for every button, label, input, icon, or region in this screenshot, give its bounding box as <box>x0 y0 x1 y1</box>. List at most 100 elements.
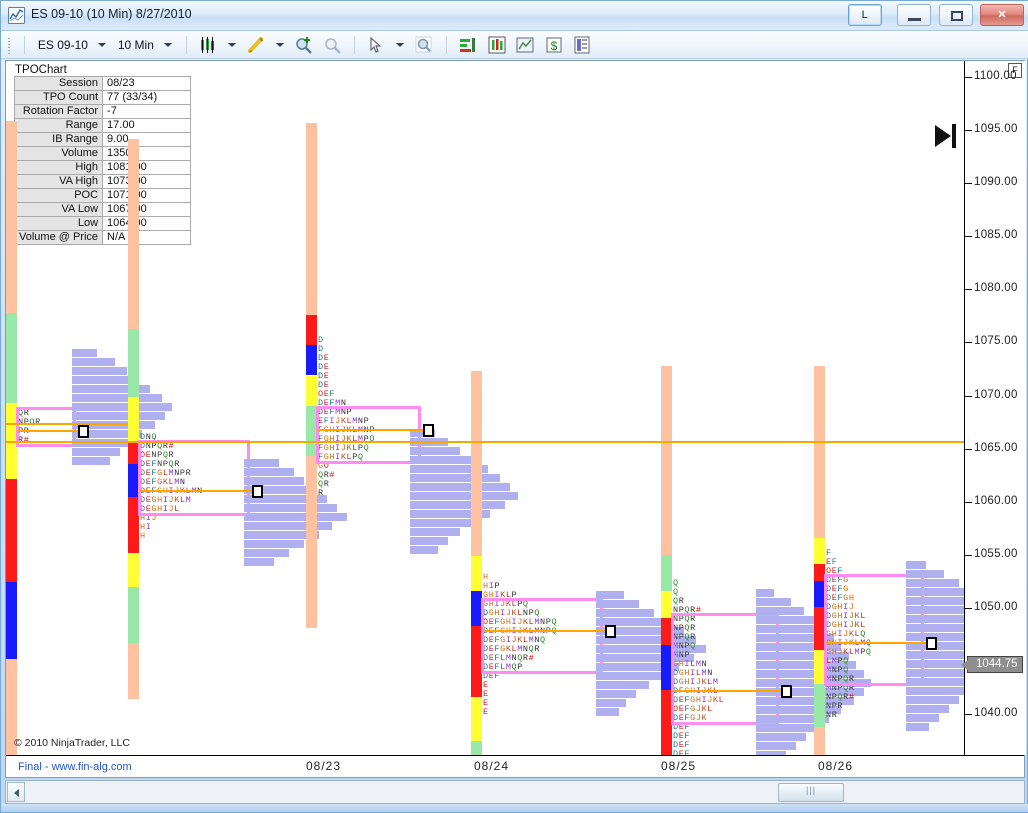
chart-trader-icon[interactable] <box>515 35 535 55</box>
chevron-down-icon[interactable] <box>228 43 236 47</box>
zoom-in-icon[interactable] <box>294 35 314 55</box>
info-value: 1350k <box>103 147 191 161</box>
axis-label: 1060.00 <box>974 495 1018 507</box>
title-bar: ES 09-10 (10 Min) 8/27/2010 L ✕ <box>1 1 1028 31</box>
link-button[interactable]: L <box>848 4 882 26</box>
volume-profile-bar <box>244 540 304 548</box>
chevron-down-icon[interactable] <box>98 43 106 47</box>
info-value: N/A <box>103 231 191 245</box>
dollar-icon[interactable]: $ <box>544 35 564 55</box>
axis-tick <box>965 396 972 397</box>
volume-profile-bar <box>756 733 806 741</box>
session-range-bar <box>128 139 139 699</box>
axis-tick <box>965 714 972 715</box>
svg-text:$: $ <box>550 39 557 53</box>
value-area-box <box>316 406 421 464</box>
session-bar-segment <box>306 315 317 345</box>
info-value: 1064.00 <box>103 217 191 231</box>
toolbar-grip[interactable] <box>5 36 13 54</box>
scrollbar-thumb[interactable] <box>778 783 844 802</box>
maximize-button[interactable] <box>939 4 973 26</box>
data-series-icon[interactable] <box>458 35 478 55</box>
chevron-down-icon[interactable] <box>164 43 172 47</box>
axis-label: 1075.00 <box>974 335 1018 347</box>
info-value: 9.00 <box>103 133 191 147</box>
info-row: Volume1350k <box>15 147 191 161</box>
scroll-left-arrow-icon[interactable] <box>7 782 25 802</box>
axis-tick <box>965 608 972 609</box>
volume-profile-bar <box>410 528 460 536</box>
cursor-icon[interactable] <box>366 35 386 55</box>
session-bar-segment <box>306 376 317 406</box>
poc-line <box>318 429 431 431</box>
date-axis-label: 08/24 <box>474 759 509 773</box>
info-value: 08/23 <box>103 77 191 91</box>
axis-label: 1055.00 <box>974 548 1018 560</box>
session-bar-segment <box>128 329 139 396</box>
tpo-letter-row: NR <box>826 711 837 720</box>
volume-profile-bar <box>244 459 279 467</box>
info-key: IB Range <box>15 133 103 147</box>
current-price-marker: 1044.75 <box>967 656 1023 673</box>
close-button[interactable]: ✕ <box>980 4 1024 26</box>
price-axis[interactable]: F 1100.001095.001090.001085.001080.00107… <box>965 61 1026 755</box>
session-bar-segment <box>306 345 317 375</box>
volume-profile-bar <box>244 468 294 476</box>
volume-profile-bar <box>72 349 97 357</box>
volume-profile-bar <box>906 660 964 668</box>
info-row: POC1071.00 <box>15 189 191 203</box>
poc-line <box>483 630 613 632</box>
session-bar-segment <box>128 587 139 643</box>
magnifier-icon[interactable] <box>414 35 434 55</box>
chevron-down-icon[interactable] <box>396 43 404 47</box>
volume-profile-bar <box>756 616 816 624</box>
volume-profile-bar <box>244 513 347 521</box>
volume-profile-bar <box>906 570 944 578</box>
info-value: 1081.00 <box>103 161 191 175</box>
session-range-bar <box>306 123 317 628</box>
volume-profile-bar <box>906 588 964 596</box>
indicators-icon[interactable] <box>487 35 507 55</box>
horizontal-reference-line <box>6 441 964 443</box>
volume-profile-bar <box>72 448 120 456</box>
info-value: 1071.00 <box>103 189 191 203</box>
chart-panel[interactable]: TPOChart Session08/23TPO Count77 (33/34)… <box>5 60 1025 778</box>
date-axis-label: 08/23 <box>306 759 341 773</box>
volume-profile-bar <box>410 483 510 491</box>
session-bar-segment <box>306 123 317 315</box>
session-bar-segment <box>6 313 17 403</box>
minimize-button[interactable] <box>897 4 931 26</box>
poc-marker <box>252 485 263 498</box>
chevron-down-icon[interactable] <box>276 43 284 47</box>
info-row: TPO Count77 (33/34) <box>15 91 191 105</box>
session-bar-segment <box>128 397 139 442</box>
info-row: Rotation Factor-7 <box>15 105 191 119</box>
volume-profile-bar <box>756 724 816 732</box>
ninjatrader-chart-window: ES 09-10 (10 Min) 8/27/2010 L ✕ ES 09-10… <box>0 0 1028 813</box>
info-key: Volume @ Price <box>15 231 103 245</box>
zoom-out-icon[interactable] <box>323 35 343 55</box>
chart-style-icon[interactable] <box>198 35 218 55</box>
poc-marker <box>605 625 616 638</box>
volume-profile-bar <box>906 651 964 659</box>
info-key: Low <box>15 217 103 231</box>
poc-marker <box>78 425 89 438</box>
info-key: Range <box>15 119 103 133</box>
volume-profile-bar <box>906 597 964 605</box>
instrument-selector[interactable]: ES 09-10 <box>35 31 91 59</box>
info-value: 1073.00 <box>103 175 191 189</box>
volume-profile-bar <box>906 561 926 569</box>
session-range-bar <box>814 366 825 755</box>
session-bar-segment <box>471 556 482 591</box>
volume-profile-bar <box>906 606 964 614</box>
properties-icon[interactable] <box>572 35 592 55</box>
volume-profile-bar <box>410 456 475 464</box>
volume-profile-bar <box>596 600 639 608</box>
drawing-tools-icon[interactable] <box>246 35 266 55</box>
chart-plot-area[interactable]: TPOChart Session08/23TPO Count77 (33/34)… <box>6 61 964 755</box>
horizontal-scrollbar[interactable] <box>5 780 1025 804</box>
date-axis-label: 08/25 <box>661 759 696 773</box>
watermark-text: Final - www.fin-alg.com <box>18 761 132 773</box>
volume-profile-bar <box>906 696 959 704</box>
interval-selector[interactable]: 10 Min <box>115 31 157 59</box>
